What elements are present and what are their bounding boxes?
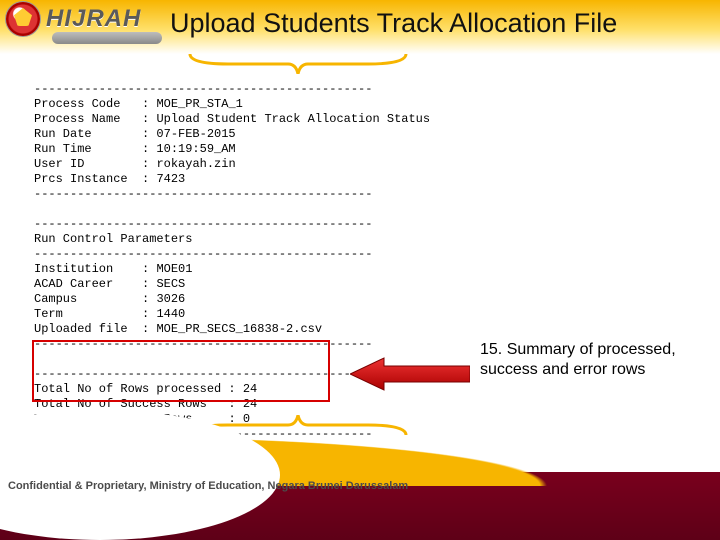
- logo: HIJRAH: [6, 2, 141, 36]
- row-acad-career: ACAD Career : SECS: [34, 277, 185, 291]
- row-run-date: Run Date : 07-FEB-2015: [34, 127, 236, 141]
- brand-text: HIJRAH: [46, 5, 141, 33]
- page-title: Upload Students Track Allocation File: [170, 8, 714, 39]
- divider: ----------------------------------------…: [34, 82, 372, 96]
- row-rcp-heading: Run Control Parameters: [34, 232, 192, 246]
- row-process-code: Process Code : MOE_PR_STA_1: [34, 97, 243, 111]
- divider: ----------------------------------------…: [34, 217, 372, 231]
- arrow-left-icon: [350, 356, 470, 392]
- bracket-top-icon: [188, 52, 408, 74]
- row-institution: Institution : MOE01: [34, 262, 192, 276]
- callout-text: 15. Summary of processed, success and er…: [480, 340, 680, 380]
- footer: Confidential & Proprietary, Ministry of …: [0, 460, 720, 540]
- row-process-name: Process Name : Upload Student Track Allo…: [34, 112, 430, 126]
- footer-text: Confidential & Proprietary, Ministry of …: [8, 480, 408, 492]
- divider: ----------------------------------------…: [34, 187, 372, 201]
- row-term: Term : 1440: [34, 307, 185, 321]
- row-user-id: User ID : rokayah.zin: [34, 157, 236, 171]
- row-prcs-instance: Prcs Instance : 7423: [34, 172, 185, 186]
- summary-highlight-box: [32, 340, 330, 402]
- divider: ----------------------------------------…: [34, 247, 372, 261]
- row-campus: Campus : 3026: [34, 292, 185, 306]
- row-run-time: Run Time : 10:19:59_AM: [34, 142, 236, 156]
- row-uploaded-file: Uploaded file : MOE_PR_SECS_16838-2.csv: [34, 322, 322, 336]
- header-band: HIJRAH Upload Students Track Allocation …: [0, 0, 720, 54]
- brand-underline: [52, 32, 162, 44]
- crest-icon: [6, 2, 40, 36]
